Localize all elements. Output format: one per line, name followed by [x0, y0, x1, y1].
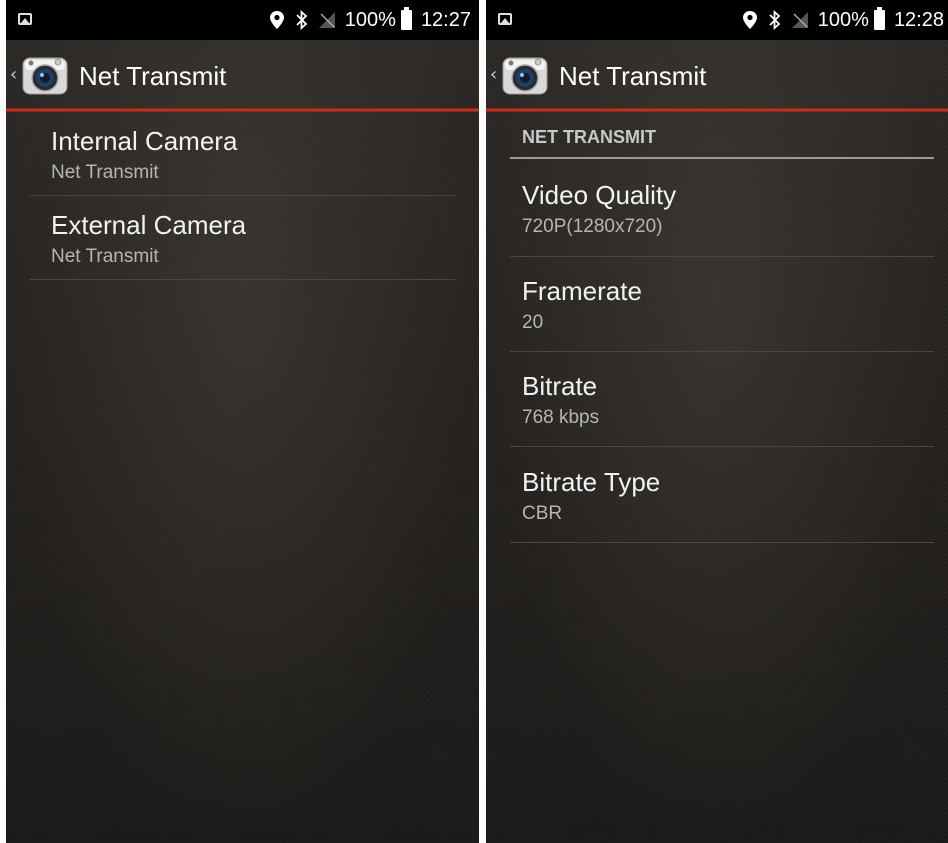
list-item-bitrate[interactable]: Bitrate 768 kbps [486, 357, 948, 447]
divider [30, 279, 455, 280]
battery-percent: 100% [817, 8, 869, 31]
list-item-framerate[interactable]: Framerate 20 [486, 262, 948, 352]
status-bar: 100% 12:28 [486, 0, 948, 40]
item-summary: 720P(1280x720) [522, 216, 663, 237]
section-header: NET TRANSMIT [522, 127, 656, 147]
list-item-video-quality[interactable]: Video Quality 720P(1280x720) [486, 166, 948, 256]
divider [510, 446, 934, 447]
battery-icon [400, 7, 412, 30]
item-title: Bitrate Type [522, 467, 661, 497]
item-title: Video Quality [522, 180, 677, 210]
item-title: Bitrate [522, 371, 598, 401]
battery-icon [873, 7, 885, 30]
screen-left: 100% 12:27 ‹ Net Transmit Internal Camer… [6, 0, 479, 843]
divider [510, 351, 934, 352]
item-summary: CBR [522, 503, 563, 524]
item-title: Framerate [522, 276, 642, 306]
clock: 12:28 [893, 8, 944, 31]
no-sim-icon [791, 12, 808, 28]
bluetooth-icon [296, 10, 308, 30]
no-sim-icon [318, 12, 335, 28]
item-title: External Camera [51, 210, 247, 240]
status-bar: 100% 12:27 [6, 0, 479, 40]
image-icon [18, 13, 32, 25]
back-chevron-icon[interactable]: ‹ [10, 66, 17, 84]
screen-separator [479, 0, 486, 843]
list-item-internal-camera[interactable]: Internal Camera Net Transmit [6, 112, 479, 196]
action-bar[interactable]: ‹ Net Transmit [6, 40, 479, 108]
page-title: Net Transmit [79, 61, 227, 91]
battery-percent: 100% [344, 8, 396, 31]
back-chevron-icon[interactable]: ‹ [490, 66, 497, 84]
list-item-external-camera[interactable]: External Camera Net Transmit [6, 196, 479, 280]
divider [510, 256, 934, 257]
item-title: Internal Camera [51, 126, 238, 156]
image-icon [498, 13, 512, 25]
status-icons: 100% 12:28 [741, 0, 944, 40]
list-item-bitrate-type[interactable]: Bitrate Type CBR [486, 453, 948, 543]
item-summary: Net Transmit [51, 246, 159, 267]
divider [510, 542, 934, 543]
accent-divider [486, 108, 948, 112]
item-summary: 768 kbps [522, 407, 600, 428]
status-icons: 100% 12:27 [268, 0, 471, 40]
page-title: Net Transmit [559, 61, 707, 91]
item-summary: Net Transmit [51, 162, 159, 183]
camera-app-icon[interactable] [22, 54, 68, 96]
clock: 12:27 [420, 8, 471, 31]
screen-right: 100% 12:28 ‹ Net Transmit NET TRANSMIT V… [486, 0, 948, 843]
action-bar[interactable]: ‹ Net Transmit [486, 40, 948, 108]
item-summary: 20 [522, 312, 544, 333]
camera-app-icon[interactable] [502, 54, 548, 96]
bluetooth-icon [769, 10, 781, 30]
section-divider [510, 157, 934, 159]
location-icon [742, 11, 757, 29]
location-icon [269, 11, 284, 29]
